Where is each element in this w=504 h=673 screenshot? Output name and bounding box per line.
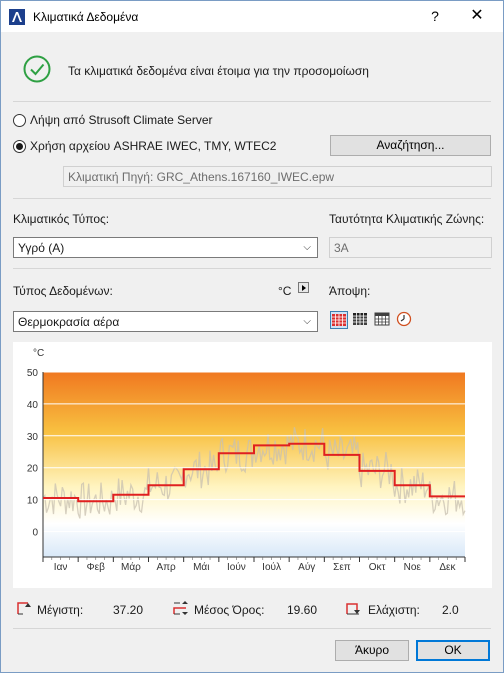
grid-red-icon (332, 314, 346, 326)
unit-label: °C (278, 284, 292, 298)
help-button[interactable]: ? (421, 4, 449, 28)
radio-server-label: Λήψη από Strusoft Climate Server (30, 113, 213, 127)
grid-light-icon (374, 312, 390, 326)
climate-type-label: Κλιματικός Τύπος: (13, 212, 110, 226)
close-button[interactable]: ✕ (459, 4, 495, 28)
x-tick-label: Ιαν (54, 562, 68, 573)
y-tick-label: 20 (27, 464, 39, 475)
y-tick-label: 50 (27, 368, 39, 379)
divider (13, 198, 491, 199)
ok-button[interactable]: OK (416, 640, 490, 661)
climate-type-select[interactable]: Υγρό (A) ⌵ (13, 237, 318, 258)
radio-circle-checked (13, 139, 26, 153)
chart-area: 0 10 20 30 40 50 °C Ιαν Φεβ Μάρ Απρ Μάι Ιούν Ιούλ Αύγ Σ… (13, 342, 492, 588)
min-value: 2.0 (442, 603, 459, 617)
divider (13, 101, 491, 102)
divider (13, 268, 491, 269)
x-tick-label: Ιούν (227, 561, 246, 573)
x-tick-label: Οκτ (369, 562, 386, 573)
chart-background (43, 372, 465, 557)
y-axis-label: °C (33, 348, 44, 359)
max-temp-icon (17, 602, 31, 615)
view-button-heatmap-dark[interactable] (352, 311, 370, 329)
y-tick-label: 0 (32, 527, 38, 538)
x-tick-label: Δεκ (439, 562, 456, 573)
browse-button[interactable]: Αναζήτηση... (330, 135, 491, 156)
view-button-table[interactable] (374, 311, 392, 329)
radio-circle (13, 113, 26, 127)
source-path-field: Κλιματική Πηγή: GRC_Athens.167160_IWEC.e… (63, 166, 492, 187)
data-type-select[interactable]: Θερμοκρασία αέρα ⌵ (13, 311, 318, 332)
x-tick-label: Αύγ (298, 561, 315, 573)
chevron-down-icon: ⌵ (303, 316, 311, 327)
view-label: Άποψη: (329, 284, 371, 298)
climate-zone-field: 3A (329, 237, 492, 258)
radio-file-label: Χρήση αρχείου ASHRAE IWEC, TMY, WTEC2 (30, 139, 277, 153)
app-icon (9, 9, 25, 25)
y-tick-label: 10 (27, 496, 39, 507)
x-tick-label: Ιούλ (262, 561, 281, 573)
x-tick-label: Απρ (156, 562, 176, 573)
radio-file[interactable]: Χρήση αρχείου ASHRAE IWEC, TMY, WTEC2 (13, 139, 276, 153)
x-tick-label: Μάι (193, 561, 209, 573)
climate-data-dialog: Κλιματικά Δεδομένα ? ✕ Τα κλιματικά δεδο… (0, 0, 504, 673)
temperature-chart: 0 10 20 30 40 50 °C Ιαν Φεβ Μάρ Απρ Μάι Ιούν Ιούλ Αύγ Σ… (27, 348, 466, 573)
data-type-label: Τύπος Δεδομένων: (13, 284, 113, 298)
y-tick-label: 30 (27, 432, 39, 443)
view-button-clock[interactable] (396, 311, 414, 329)
unit-toggle-button[interactable] (298, 282, 309, 293)
grid-dark-icon (353, 313, 367, 325)
mean-temp-icon (173, 601, 188, 615)
dialog-body: Τα κλιματικά δεδομένα είναι έτοιμα για τ… (2, 32, 502, 672)
y-tick-label: 40 (27, 400, 39, 411)
chevron-down-icon: ⌵ (303, 242, 311, 253)
mean-label: Μέσος Όρος: (194, 603, 265, 617)
status-message: Τα κλιματικά δεδομένα είναι έτοιμα για τ… (68, 64, 369, 78)
divider (13, 628, 491, 629)
title-bar: Κλιματικά Δεδομένα ? ✕ (1, 1, 503, 32)
radio-server[interactable]: Λήψη από Strusoft Climate Server (13, 113, 213, 127)
min-temp-icon (346, 603, 360, 615)
max-value: 37.20 (113, 603, 144, 617)
check-circle-icon (23, 55, 51, 83)
window-title: Κλιματικά Δεδομένα (33, 10, 139, 24)
view-button-heatmap-red[interactable] (330, 311, 348, 329)
min-label: Ελάχιστη: (368, 603, 420, 617)
data-type-value: Θερμοκρασία αέρα (18, 314, 120, 329)
mean-value: 19.60 (287, 603, 318, 617)
x-tick-label: Φεβ (87, 562, 105, 573)
cancel-button[interactable]: Άκυρο (335, 640, 409, 661)
climate-zone-label: Ταυτότητα Κλιματικής Ζώνης: (329, 212, 485, 226)
x-tick-label: Σεπ (333, 562, 351, 573)
climate-type-value: Υγρό (A) (18, 240, 65, 255)
clock-icon (396, 311, 412, 327)
max-label: Μέγιστη: (37, 603, 84, 617)
x-tick-label: Νοε (404, 562, 422, 573)
x-tick-label: Μάρ (121, 561, 141, 573)
